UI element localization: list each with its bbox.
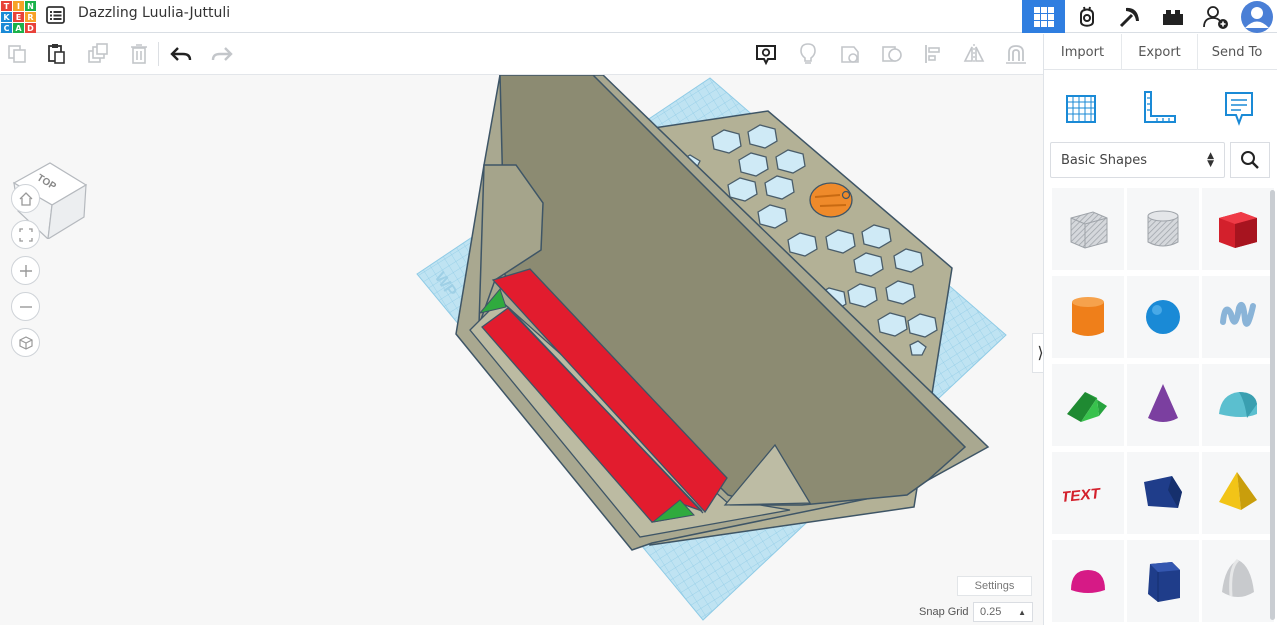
shape-scribble[interactable] [1202, 276, 1274, 358]
trash-icon[interactable] [124, 40, 154, 68]
right-panel: Import Export Send To Basic Shapes ▲ ▼ TE… [1043, 34, 1277, 625]
cruise-icon[interactable] [1001, 40, 1031, 68]
logo-letter: K [1, 12, 12, 22]
shape-text[interactable]: TEXT [1052, 452, 1124, 534]
box-icon [1219, 212, 1257, 248]
settings-button[interactable]: Settings [957, 576, 1032, 596]
user-avatar[interactable] [1237, 0, 1277, 33]
shape-polygon[interactable] [1127, 452, 1199, 534]
edit-toolbar [0, 34, 1043, 75]
undo-icon[interactable] [166, 40, 196, 68]
logo-letter: A [13, 23, 24, 33]
shape-library-value: Basic Shapes [1061, 152, 1148, 168]
paraboloid-icon [1222, 558, 1254, 597]
shape-pyramid[interactable] [1202, 452, 1274, 534]
cylinder-icon [1072, 297, 1104, 336]
shape-sphere[interactable] [1127, 276, 1199, 358]
round-roof-icon [1219, 392, 1257, 418]
shape-box-hole[interactable] [1052, 188, 1124, 270]
duplicate-icon[interactable] [83, 40, 113, 68]
logo-letter: R [25, 12, 36, 22]
logo-letter: E [13, 12, 24, 22]
shape-panel-scrollbar[interactable] [1270, 190, 1275, 620]
zoom-out-button[interactable] [11, 292, 40, 321]
zoom-in-button[interactable] [11, 256, 40, 285]
shape-cylinder-hole[interactable] [1127, 188, 1199, 270]
ungroup-icon[interactable] [877, 40, 907, 68]
roof-icon [1067, 392, 1107, 422]
notes-tool-icon[interactable] [1217, 86, 1261, 130]
ruler-icon[interactable] [1137, 86, 1181, 130]
workplane-icon[interactable] [1059, 86, 1103, 130]
light-bulb-icon[interactable] [793, 40, 823, 68]
polygon-icon [1144, 476, 1182, 508]
text-icon: TEXT [1063, 485, 1102, 506]
import-export-bar: Import Export Send To [1044, 34, 1277, 70]
logo-letter: D [25, 23, 36, 33]
logo-letter: T [1, 1, 12, 11]
snap-grid-label: Snap Grid [919, 606, 969, 618]
pyramid-icon [1219, 472, 1257, 510]
logo-letter: C [1, 23, 12, 33]
top-bar: TIN KER CAD Dazzling Luulia-Juttuli [0, 0, 1277, 33]
home-view-button[interactable] [11, 184, 40, 213]
scribble-icon [1220, 302, 1256, 327]
snap-grid-select[interactable]: 0.25 ▲ [973, 602, 1033, 622]
copy-icon[interactable] [2, 40, 32, 68]
search-icon[interactable] [1230, 142, 1270, 178]
svg-text:TEXT: TEXT [1063, 485, 1102, 506]
shape-cylinder[interactable] [1052, 276, 1124, 358]
sphere-icon [1146, 300, 1180, 334]
design-title[interactable]: Dazzling Luulia-Juttuli [78, 4, 230, 22]
codeblocks-icon[interactable] [1065, 0, 1108, 33]
perspective-toggle-button[interactable] [11, 328, 40, 357]
shape-hexagonal-prism[interactable] [1127, 540, 1199, 622]
import-button[interactable]: Import [1044, 34, 1122, 70]
half-sphere-icon [1071, 570, 1105, 593]
fit-view-button[interactable] [11, 220, 40, 249]
lego-brick-icon[interactable] [1151, 0, 1194, 33]
align-icon[interactable] [918, 40, 948, 68]
orange-cylinder[interactable] [809, 182, 853, 218]
paste-icon[interactable] [41, 40, 71, 68]
invite-user-icon[interactable] [1194, 0, 1237, 33]
shape-half-sphere[interactable] [1052, 540, 1124, 622]
hexagonal-prism-icon [1148, 562, 1180, 602]
shape-round-roof[interactable] [1202, 364, 1274, 446]
logo-letter: N [25, 1, 36, 11]
group-icon[interactable] [835, 40, 865, 68]
box-hole-icon [1070, 211, 1108, 249]
redo-icon[interactable] [207, 40, 237, 68]
3d-design-grid-icon[interactable] [1022, 0, 1065, 33]
cone-icon [1148, 384, 1178, 422]
cylinder-hole-icon [1147, 210, 1179, 247]
view-tabs [1022, 0, 1277, 33]
send-to-button[interactable]: Send To [1198, 34, 1276, 70]
tinkercad-logo[interactable]: TIN KER CAD [0, 0, 36, 33]
select-updown-icon: ▲ ▼ [1207, 151, 1214, 169]
shape-box[interactable] [1202, 188, 1274, 270]
shape-paraboloid[interactable] [1202, 540, 1274, 622]
mirror-icon[interactable] [959, 40, 989, 68]
shape-cone[interactable] [1127, 364, 1199, 446]
snap-grid-value: 0.25 [980, 606, 1002, 618]
workplane-canvas[interactable]: WP TOP [0, 75, 1043, 625]
caret-up-icon: ▲ [1018, 608, 1026, 617]
panel-tools [1044, 78, 1277, 136]
shape-library-select[interactable]: Basic Shapes ▲ ▼ [1050, 142, 1225, 178]
shape-roof[interactable] [1052, 364, 1124, 446]
notes-icon[interactable] [751, 40, 781, 68]
minecraft-pickaxe-icon[interactable] [1108, 0, 1151, 33]
design-menu-icon[interactable] [46, 4, 66, 26]
logo-letter: I [13, 1, 24, 11]
export-button[interactable]: Export [1122, 34, 1198, 70]
